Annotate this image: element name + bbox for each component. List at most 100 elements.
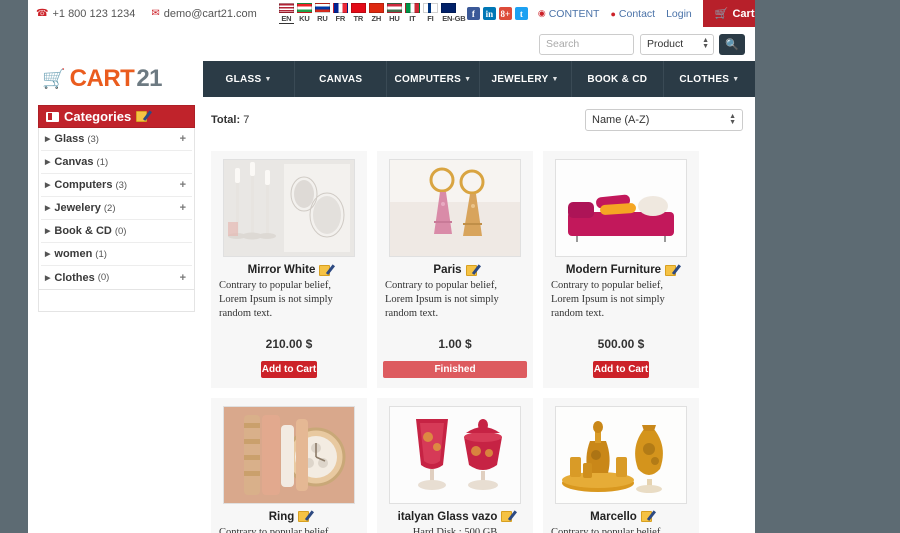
flag-it-icon[interactable]: [404, 3, 420, 13]
search-row: Product ▲▼ 🔍: [28, 27, 755, 61]
main-navigation[interactable]: GLASS ▼ CANVAS COMPUTERS ▼ JEWELERY ▼ BOOK & CD…: [203, 61, 755, 97]
category-label: women: [54, 248, 93, 260]
product-card[interactable]: Ring Contrary to popular belief, Lorem Ip…: [211, 397, 367, 533]
flag-ku-icon[interactable]: [296, 3, 312, 13]
cart-button-label: Cart - 2 Product: [732, 7, 755, 20]
search-category-select[interactable]: Product ▲ ▼: [640, 33, 714, 55]
flag-ru-icon[interactable]: [314, 3, 330, 13]
product-title[interactable]: Paris: [383, 264, 527, 276]
category-item-jewelery[interactable]: ▶ Jewelery (2) +: [41, 197, 192, 220]
flag-en-gb-icon[interactable]: [440, 3, 456, 13]
flag-hu-icon[interactable]: [386, 3, 402, 13]
category-item-glass[interactable]: ▶ Glass (3) +: [41, 128, 192, 151]
category-count: (0): [114, 225, 127, 237]
edit-icon[interactable]: [640, 511, 652, 523]
edit-icon[interactable]: [501, 511, 513, 523]
product-card[interactable]: Marcello Contrary to popular belief, Lore…: [543, 397, 699, 533]
nav-item-computers[interactable]: COMPUTERS ▼: [386, 61, 478, 97]
flag-fr-icon[interactable]: [332, 3, 348, 13]
product-title[interactable]: Marcello: [549, 511, 693, 523]
content-link[interactable]: ◉ CONTENT: [538, 8, 600, 20]
product-card[interactable]: italyan Glass vazo Hard Disk : 500 GB: [377, 397, 533, 533]
login-link[interactable]: Login: [666, 8, 692, 20]
googleplus-icon[interactable]: 8+: [498, 7, 512, 20]
edit-icon[interactable]: [298, 511, 310, 523]
product-title[interactable]: Mirror White: [217, 264, 361, 276]
chevron-right-icon: ▶: [45, 251, 51, 258]
add-to-cart-button[interactable]: Add to Cart: [593, 360, 649, 378]
flag-fi-icon[interactable]: [422, 3, 438, 13]
product-card[interactable]: Paris Contrary to popular belief, Lorem I…: [377, 151, 533, 388]
category-count: (2): [103, 202, 116, 214]
chevron-right-icon: ▶: [45, 274, 51, 282]
search-form[interactable]: Product ▲▼ 🔍: [539, 33, 745, 55]
nav-item-book-cd[interactable]: BOOK & CD: [570, 61, 663, 97]
language-option-it[interactable]: IT: [405, 14, 420, 24]
edit-icon[interactable]: [136, 111, 148, 122]
flag-en-icon[interactable]: [278, 3, 294, 13]
language-option-en-gb[interactable]: EN-GB: [441, 14, 467, 24]
chevron-down-icon: ▼: [551, 75, 559, 83]
product-image[interactable]: [389, 405, 521, 504]
expand-plus-icon[interactable]: +: [180, 133, 186, 145]
language-code-row[interactable]: EN KU RU FR TR ZH HU IT FI EN-GB: [278, 14, 467, 24]
product-image[interactable]: [389, 159, 521, 257]
search-input[interactable]: [539, 33, 634, 55]
product-name: italyan Glass vazo: [397, 510, 498, 523]
category-item-women[interactable]: ▶ women (1): [41, 243, 192, 266]
language-option-fi[interactable]: FI: [423, 14, 438, 24]
flag-zh-icon[interactable]: [368, 3, 384, 13]
product-image[interactable]: [555, 159, 687, 257]
category-item-book-cd[interactable]: ▶ Book & CD (0): [41, 220, 192, 243]
nav-item-jewelery[interactable]: JEWELERY ▼: [478, 61, 571, 97]
edit-icon[interactable]: [319, 264, 331, 276]
product-description: Contrary to popular belief, Lorem Ipsum …: [219, 526, 331, 533]
edit-icon[interactable]: [465, 264, 477, 276]
product-card[interactable]: Mirror White Contrary to popular belief, …: [211, 151, 367, 388]
language-option-zh[interactable]: ZH: [369, 14, 384, 24]
expand-plus-icon[interactable]: +: [180, 202, 186, 214]
flag-row[interactable]: [278, 3, 456, 13]
product-name: Paris: [433, 264, 462, 276]
category-list[interactable]: ▶ Glass (3) + ▶ Canvas (1) ▶ Computers (3) + ▶ Jewel…: [38, 128, 195, 290]
product-image[interactable]: [223, 405, 355, 504]
category-item-computers[interactable]: ▶ Computers (3) +: [41, 174, 192, 197]
cart-button[interactable]: 🛒 Cart - 2 Product ▾: [702, 0, 755, 27]
sort-select[interactable]: Name (A-Z) ▲ ▼: [585, 109, 743, 131]
language-switcher[interactable]: EN KU RU FR TR ZH HU IT FI EN-GB: [278, 3, 467, 24]
language-option-tr[interactable]: TR: [351, 14, 366, 24]
flag-tr-icon[interactable]: [350, 3, 366, 13]
language-option-ku[interactable]: KU: [297, 14, 312, 24]
expand-plus-icon[interactable]: +: [180, 272, 186, 284]
nav-item-label: COMPUTERS: [394, 73, 462, 85]
logo[interactable]: 🛒 CART 21: [28, 61, 203, 97]
product-card[interactable]: Modern Furniture Contrary to popular beli…: [543, 151, 699, 388]
social-links[interactable]: f in 8+ t: [466, 7, 528, 20]
product-image[interactable]: [555, 405, 687, 504]
category-item-canvas[interactable]: ▶ Canvas (1): [41, 151, 192, 174]
nav-item-glass[interactable]: GLASS ▼: [203, 61, 294, 97]
edit-icon[interactable]: [665, 264, 677, 276]
twitter-icon[interactable]: t: [514, 7, 528, 20]
login-link-label: Login: [666, 7, 692, 20]
facebook-icon[interactable]: f: [466, 7, 480, 20]
product-title[interactable]: Ring: [217, 511, 361, 523]
language-option-ru[interactable]: RU: [315, 14, 330, 24]
email-item[interactable]: ✉ demo@cart21.com: [151, 8, 256, 20]
language-option-en[interactable]: EN: [278, 14, 294, 24]
category-item-clothes[interactable]: ▶ Clothes (0) +: [41, 266, 192, 289]
contact-link[interactable]: ● Contact: [610, 8, 655, 20]
product-description: Contrary to popular belief, Lorem Ipsum …: [551, 526, 663, 533]
product-title[interactable]: Modern Furniture: [549, 264, 693, 276]
product-title[interactable]: italyan Glass vazo: [383, 511, 527, 523]
nav-item-canvas[interactable]: CANVAS: [294, 61, 386, 97]
nav-item-clothes[interactable]: CLOTHES ▼: [662, 61, 755, 97]
language-option-fr[interactable]: FR: [333, 14, 348, 24]
cart-logo-icon: 🛒: [42, 68, 66, 90]
language-option-hu[interactable]: HU: [387, 14, 402, 24]
expand-plus-icon[interactable]: +: [180, 179, 186, 191]
linkedin-icon[interactable]: in: [482, 7, 496, 20]
add-to-cart-button[interactable]: Add to Cart: [261, 360, 317, 378]
search-button[interactable]: 🔍: [719, 33, 745, 55]
product-image[interactable]: [223, 159, 355, 257]
